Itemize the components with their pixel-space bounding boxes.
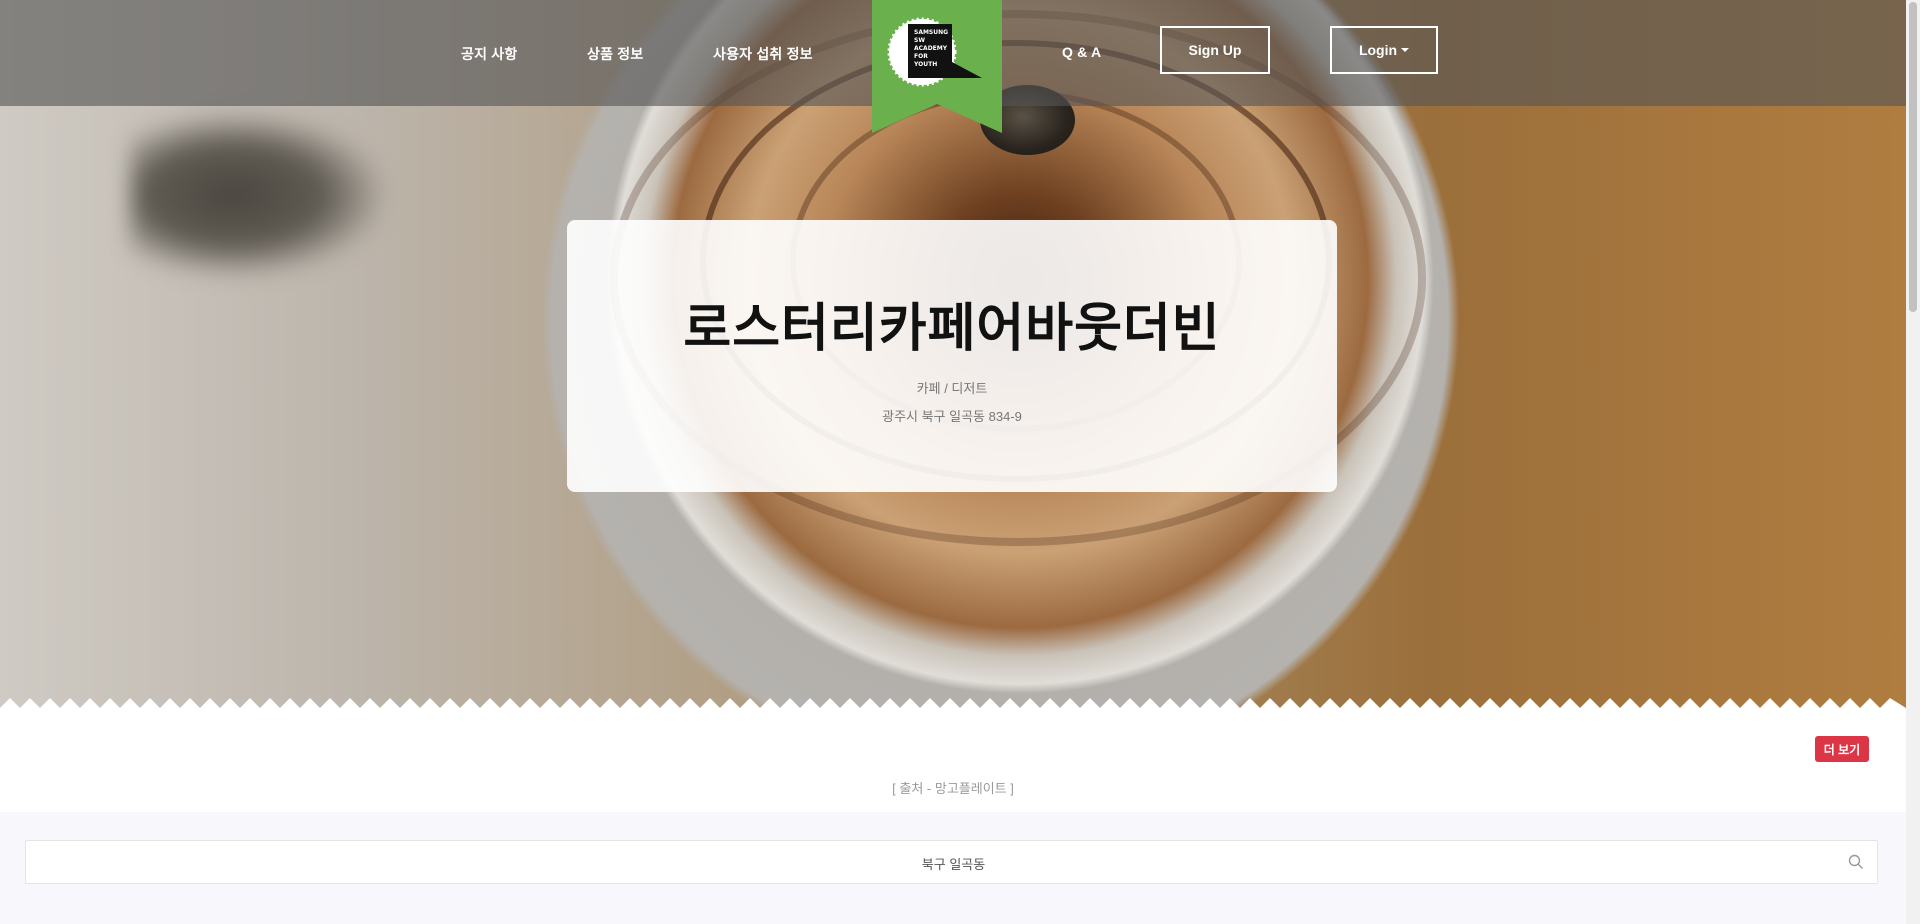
store-title: 로스터리카페어바웃더빈 bbox=[683, 299, 1221, 359]
login-dropdown-button[interactable]: Login bbox=[1330, 26, 1438, 74]
signup-label: Sign Up bbox=[1188, 42, 1242, 58]
more-button[interactable]: 더 보기 bbox=[1815, 736, 1869, 762]
logo-text-4: FOR bbox=[914, 53, 928, 60]
nav-intake-info[interactable]: 사용자 섭취 정보 bbox=[713, 44, 813, 64]
page-scrollbar[interactable] bbox=[1906, 0, 1920, 924]
nav-qna[interactable]: Q & A bbox=[1062, 44, 1101, 60]
store-info-card: 로스터리카페어바웃더빈 카페 / 디저트 광주시 북구 일곡동 834-9 bbox=[567, 220, 1337, 492]
login-label: Login bbox=[1358, 42, 1398, 58]
logo-text-2: SW bbox=[914, 37, 925, 44]
background-coffee-beans bbox=[130, 110, 390, 280]
caret-down-icon bbox=[1401, 48, 1410, 52]
zigzag-divider bbox=[0, 698, 1906, 720]
nav-notice[interactable]: 공지 사항 bbox=[461, 44, 517, 64]
nav-products[interactable]: 상품 정보 bbox=[587, 44, 643, 64]
search-icon[interactable] bbox=[1847, 853, 1865, 871]
logo-text-1: SAMSUNG bbox=[914, 29, 948, 36]
search-box bbox=[25, 840, 1881, 885]
store-category: 카페 / 디저트 bbox=[916, 381, 988, 396]
store-address: 광주시 북구 일곡동 834-9 bbox=[882, 409, 1022, 424]
logo-ribbon-icon: SAMSUNG SW ACADEMY FOR YOUTH bbox=[872, 0, 1002, 133]
logo-text-3: ACADEMY bbox=[914, 45, 948, 52]
logo[interactable]: SAMSUNG SW ACADEMY FOR YOUTH bbox=[872, 0, 1002, 133]
search-input[interactable] bbox=[26, 841, 1881, 885]
source-credit: [ 출처 - 망고플레이트 ] bbox=[892, 781, 1014, 796]
signup-button[interactable]: Sign Up bbox=[1160, 26, 1270, 74]
logo-text-5: YOUTH bbox=[913, 61, 937, 68]
scrollbar-thumb[interactable] bbox=[1909, 2, 1917, 312]
search-section bbox=[0, 812, 1906, 924]
